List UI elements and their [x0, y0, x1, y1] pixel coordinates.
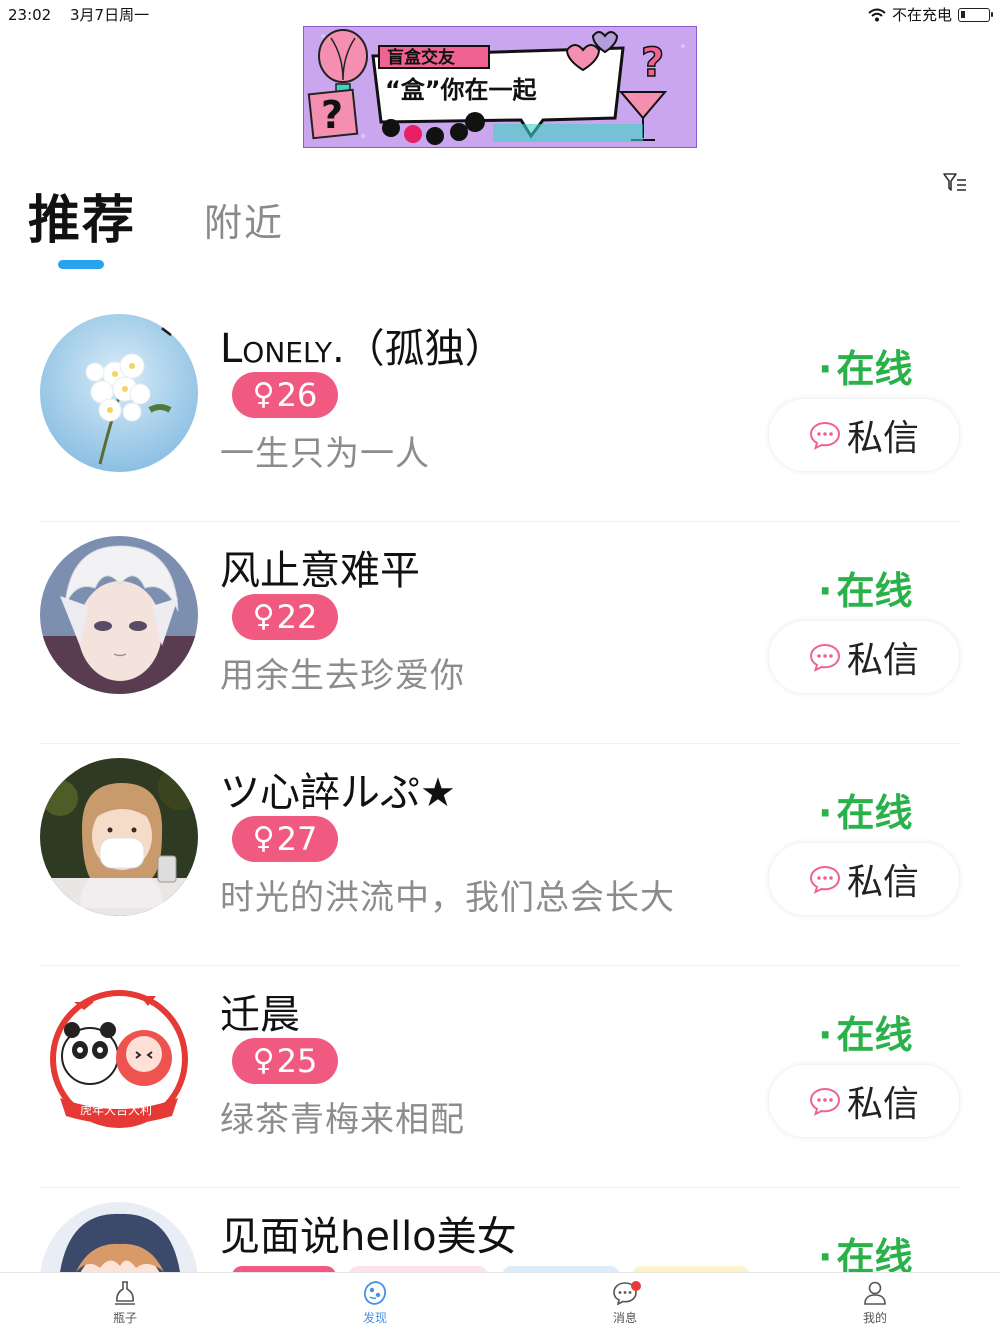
private-message-button[interactable]: 私信: [768, 1064, 960, 1138]
filter-icon[interactable]: [942, 170, 968, 196]
bottle-icon: [115, 1281, 135, 1305]
online-status-label: 在线: [836, 347, 913, 391]
status-bar: 23:02 3月7日周一 不在充电: [0, 0, 1000, 26]
status-time: 23:02: [8, 6, 52, 24]
online-status: · 在线: [818, 791, 913, 835]
age-badge: ♀ 26: [232, 372, 338, 418]
list-item[interactable]: 虎年大吉大利 迁晨 ♀ 25 绿茶青梅来相配 · 在线 私信: [0, 966, 1000, 1188]
discover-icon: [363, 1281, 387, 1305]
promo-banner[interactable]: ? 盲盒交友 “盒”你在一起 ?: [303, 26, 697, 148]
private-message-button[interactable]: 私信: [768, 842, 960, 916]
private-message-label: 私信: [846, 418, 919, 459]
user-name: 风止意难平: [220, 548, 420, 594]
nav-messages[interactable]: 消息: [585, 1279, 665, 1326]
private-message-button[interactable]: 私信: [768, 620, 960, 694]
age-value: 25: [276, 1042, 318, 1080]
female-icon: ♀: [252, 1043, 275, 1078]
private-message-label: 私信: [846, 862, 919, 903]
private-message-label: 私信: [846, 1084, 919, 1125]
user-bio: 绿茶青梅来相配: [220, 1100, 465, 1140]
nav-profile[interactable]: 我的: [835, 1279, 915, 1326]
tab-bar: 推荐 附近: [28, 168, 968, 278]
online-status: · 在线: [818, 1013, 913, 1057]
status-bar-left: 23:02 3月7日周一: [8, 4, 163, 25]
avatar-caption: 虎年大吉大利: [80, 1103, 152, 1117]
avatar[interactable]: [40, 536, 198, 694]
profile-icon: [864, 1281, 886, 1305]
online-status-label: 在线: [836, 791, 913, 835]
chat-bubble-icon: [809, 1087, 840, 1116]
nav-bottle-label: 瓶子: [112, 1311, 137, 1325]
status-date: 3月7日周一: [70, 6, 150, 24]
private-message-button[interactable]: 私信: [768, 398, 960, 472]
age-badge: ♀ 25: [232, 1038, 338, 1084]
list-item[interactable]: 风止意难平 ♀ 22 用余生去珍爱你 · 在线 私信: [0, 522, 1000, 744]
user-bio: 一生只为一人: [220, 434, 430, 474]
avatar[interactable]: 虎年大吉大利: [40, 980, 198, 1138]
nav-profile-label: 我的: [862, 1311, 887, 1325]
avatar[interactable]: [40, 758, 198, 916]
chat-bubble-icon: [809, 421, 840, 450]
private-message-label: 私信: [846, 640, 919, 681]
banner-artwork: ? 盲盒交友 “盒”你在一起 ?: [303, 26, 697, 148]
user-bio: 用余生去珍爱你: [220, 656, 465, 696]
age-badge: ♀ 22: [232, 594, 338, 640]
user-name: 见面说hello美女: [220, 1204, 517, 1262]
online-status-label: 在线: [836, 1235, 913, 1272]
age-value: 22: [276, 598, 318, 636]
status-bar-right: 不在充电: [868, 4, 993, 25]
nav-bottle[interactable]: 瓶子: [85, 1279, 165, 1326]
user-name-text: 见面说hello美女: [220, 1214, 517, 1260]
online-status: · 在线: [818, 569, 913, 613]
tab-indicator: [58, 260, 104, 269]
female-icon: ♀: [252, 377, 275, 412]
avatar[interactable]: [40, 314, 198, 472]
svg-text:?: ?: [641, 40, 664, 86]
age-value: 27: [276, 820, 318, 858]
online-status-label: 在线: [836, 569, 913, 613]
user-name: Lonely.（孤独）: [220, 326, 505, 372]
battery-icon: [958, 7, 993, 22]
user-name: ツ心誶ルぷ★: [220, 770, 456, 816]
list-item[interactable]: Lonely.（孤独） ♀ 26 一生只为一人 · 在线 私信: [0, 300, 1000, 522]
chat-bubble-icon: [809, 643, 840, 672]
user-name: 迁晨: [220, 992, 300, 1038]
svg-text:?: ?: [321, 93, 343, 137]
bottom-nav: 瓶子 发现 消息 我的: [0, 1272, 1000, 1334]
nav-messages-label: 消息: [612, 1311, 637, 1325]
online-status: · 在线: [818, 1226, 912, 1272]
user-bio: 时光的洪流中，我们总会长大: [220, 878, 675, 918]
unread-badge: [631, 1281, 641, 1291]
age-badge: ♀ 27: [232, 816, 338, 862]
online-status: · 在线: [818, 347, 913, 391]
online-status-label: 在线: [836, 1013, 913, 1057]
wifi-icon: [868, 8, 886, 21]
female-icon: ♀: [252, 821, 275, 856]
age-value: 26: [276, 376, 318, 414]
chat-bubble-icon: [809, 865, 840, 894]
avatar[interactable]: [40, 1202, 198, 1272]
tab-nearby[interactable]: 附近: [204, 192, 284, 247]
nav-discover-label: 发现: [362, 1311, 387, 1325]
banner-title: 盲盒交友: [387, 47, 455, 68]
female-icon: ♀: [252, 599, 275, 634]
list-item[interactable]: 见面说hello美女 · 在线: [0, 1188, 1000, 1272]
list-item[interactable]: ツ心誶ルぷ★ ♀ 27 时光的洪流中，我们总会长大 · 在线 私信: [0, 744, 1000, 966]
tab-recommend[interactable]: 推荐: [28, 178, 136, 253]
nav-discover[interactable]: 发现: [335, 1279, 415, 1326]
banner-slogan: “盒”你在一起: [385, 76, 538, 104]
charging-status: 不在充电: [891, 6, 952, 24]
